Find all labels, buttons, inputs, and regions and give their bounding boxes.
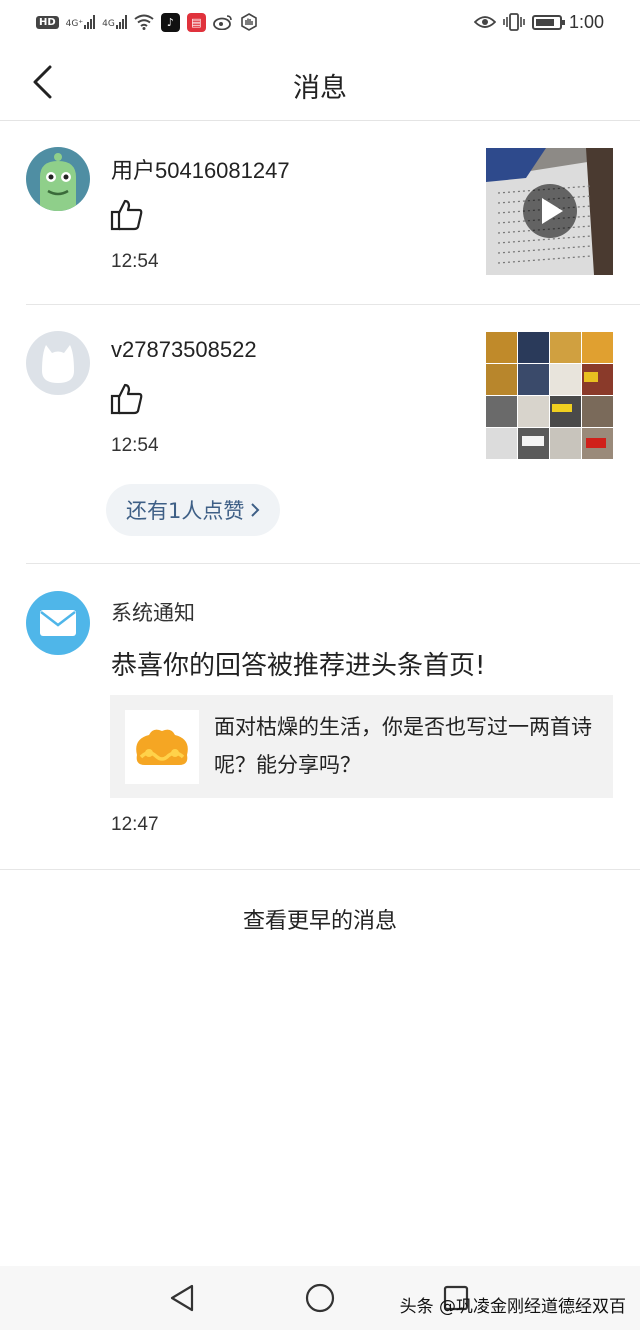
photo-grid-thumbnail[interactable] bbox=[486, 332, 613, 459]
video-thumbnail[interactable] bbox=[486, 148, 613, 275]
envelope-icon bbox=[40, 610, 76, 636]
battery-icon bbox=[531, 14, 565, 30]
monster-avatar-icon bbox=[26, 147, 90, 211]
status-right: 1:00 bbox=[473, 11, 604, 33]
divider bbox=[0, 869, 640, 870]
photo-grid-image bbox=[486, 332, 613, 459]
avatar[interactable] bbox=[26, 147, 90, 211]
like-notification[interactable]: v27873508522 12:54 还有1人点赞 bbox=[0, 305, 640, 563]
view-earlier-button[interactable]: 查看更早的消息 bbox=[0, 903, 640, 935]
eye-icon bbox=[473, 16, 496, 28]
username[interactable]: v27873508522 bbox=[111, 337, 257, 363]
triangle-back-icon bbox=[170, 1284, 194, 1312]
question-text: 面对枯燥的生活，你是否也写过一两首诗呢？能分享吗？ bbox=[214, 715, 592, 777]
signal-label-2: 4G bbox=[102, 19, 115, 29]
thumbs-up-icon bbox=[110, 198, 144, 236]
system-nav-bar: 头条 @巩凌金刚经道德经双百 bbox=[0, 1266, 640, 1330]
signal-4g-icon: 4G bbox=[102, 15, 127, 29]
calligraphy-video-image bbox=[486, 148, 613, 275]
default-avatar-icon bbox=[26, 331, 90, 395]
timestamp: 12:47 bbox=[111, 814, 159, 835]
signal-label-1: 4G⁺ bbox=[65, 19, 84, 29]
page-title: 消息 bbox=[293, 73, 347, 104]
timestamp: 12:54 bbox=[111, 251, 159, 272]
nav-back-button[interactable] bbox=[164, 1280, 200, 1316]
username[interactable]: 用户50416081247 bbox=[111, 153, 290, 185]
system-avatar bbox=[26, 591, 90, 655]
clock: 1:00 bbox=[568, 11, 604, 32]
wukong-logo-icon bbox=[125, 710, 199, 784]
system-notice-headline: 恭喜你的回答被推荐进头条首页! bbox=[111, 651, 486, 681]
app-header: 消息 bbox=[0, 44, 640, 121]
thumbs-up-icon bbox=[110, 382, 144, 420]
chevron-right-icon bbox=[251, 503, 260, 517]
more-likes-label: 还有1人点赞 bbox=[126, 499, 245, 523]
avatar[interactable] bbox=[26, 331, 90, 395]
wifi-icon bbox=[134, 14, 154, 30]
hd-badge: HD bbox=[36, 15, 59, 29]
signal-4g-plus-icon: 4G⁺ bbox=[65, 15, 96, 29]
more-likes-button[interactable]: 还有1人点赞 bbox=[106, 484, 281, 536]
vibrate-icon bbox=[503, 13, 525, 31]
question-card[interactable]: 面对枯燥的生活，你是否也写过一两首诗呢？能分享吗？ bbox=[110, 695, 613, 798]
reader-app-icon: ▤ bbox=[186, 12, 206, 32]
like-notification[interactable]: 用户50416081247 12:54 bbox=[0, 121, 640, 305]
watermark: 头条 @巩凌金刚经道德经双百 bbox=[399, 1297, 626, 1317]
circle-home-icon bbox=[305, 1283, 335, 1313]
shield-hand-icon bbox=[241, 13, 257, 31]
weibo-icon bbox=[212, 15, 232, 30]
timestamp: 12:54 bbox=[111, 435, 159, 456]
system-notice-title: 系统通知 bbox=[111, 601, 195, 625]
tiktok-icon: ♪ bbox=[160, 12, 180, 32]
nav-home-button[interactable] bbox=[302, 1280, 338, 1316]
status-bar: HD 4G⁺ 4G ♪ ▤ 1:00 bbox=[0, 0, 640, 44]
status-left: HD 4G⁺ 4G ♪ ▤ bbox=[36, 12, 258, 32]
